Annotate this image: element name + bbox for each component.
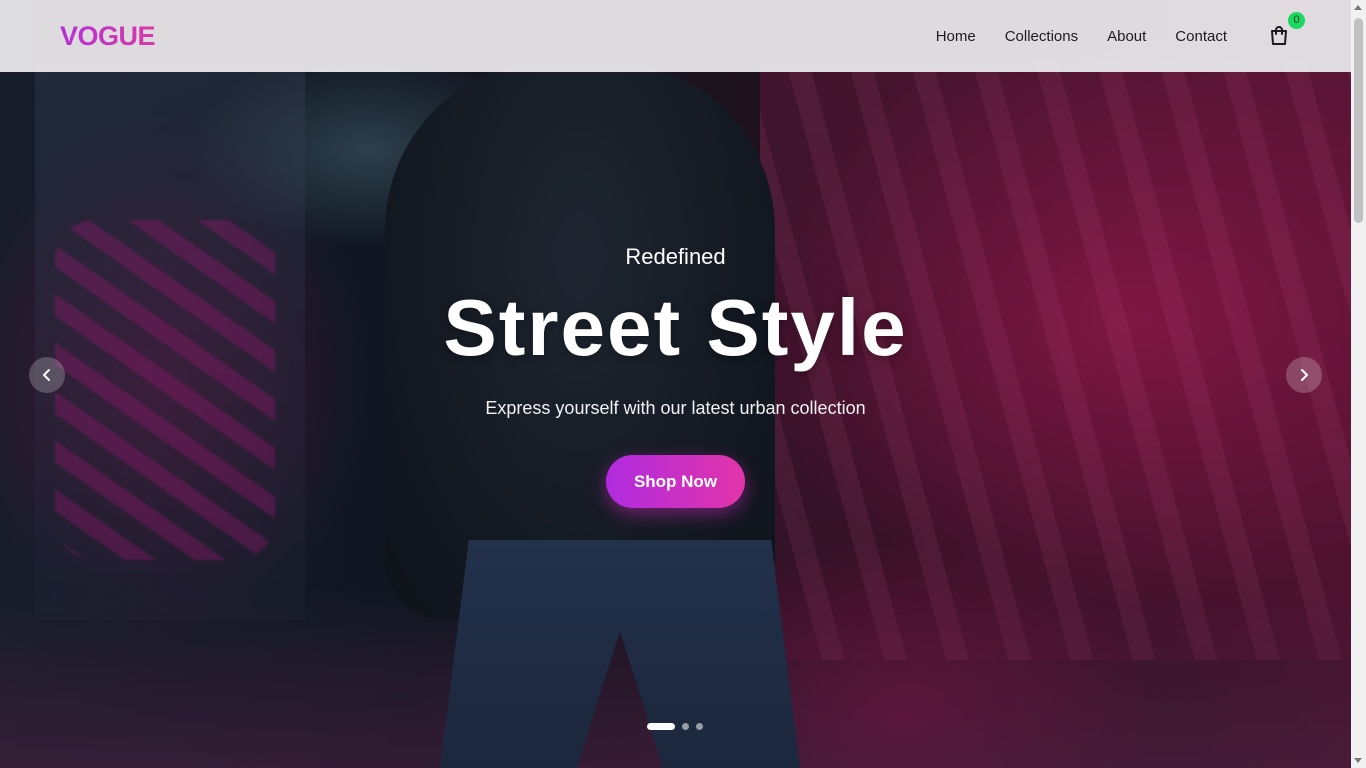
cart-count-badge: 0: [1288, 12, 1305, 29]
nav-collections[interactable]: Collections: [1005, 28, 1078, 45]
carousel-prev-button[interactable]: [29, 357, 65, 393]
nav-contact[interactable]: Contact: [1175, 28, 1227, 45]
hero-content: Redefined Street Style Express yourself …: [0, 244, 1351, 508]
nav-about[interactable]: About: [1107, 28, 1146, 45]
main-nav: Home Collections About Contact 0: [907, 12, 1305, 48]
scroll-thumb[interactable]: [1354, 18, 1363, 223]
nav-home[interactable]: Home: [936, 28, 976, 45]
hero-subtitle: Express yourself with our latest urban c…: [485, 398, 866, 418]
shop-now-button[interactable]: Shop Now: [605, 455, 746, 508]
carousel-dot-3[interactable]: [696, 723, 703, 730]
carousel-dot-2[interactable]: [682, 723, 689, 730]
scroll-up-arrow[interactable]: [1354, 5, 1362, 10]
scroll-down-arrow[interactable]: [1354, 758, 1362, 763]
carousel-dot-1[interactable]: [647, 723, 675, 730]
page-scrollbar[interactable]: [1351, 0, 1366, 768]
cart-button[interactable]: 0: [1267, 12, 1305, 48]
chevron-left-icon: [43, 369, 50, 381]
hero-eyebrow: Redefined: [625, 244, 726, 269]
chevron-right-icon: [1301, 369, 1308, 381]
hero-title: Street Style: [443, 283, 908, 372]
brand-logo[interactable]: VOGUE: [60, 21, 156, 52]
site-header: VOGUE Home Collections About Contact 0: [0, 0, 1351, 72]
carousel-indicators: [647, 723, 703, 730]
carousel-next-button[interactable]: [1286, 357, 1322, 393]
shopping-bag-icon: [1271, 26, 1287, 45]
